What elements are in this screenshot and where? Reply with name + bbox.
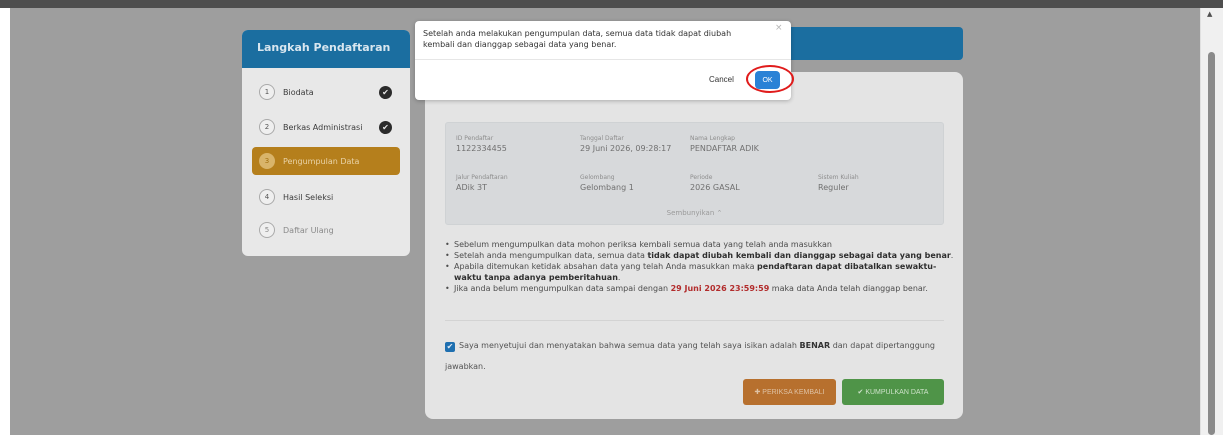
step-label: Daftar Ulang [283, 225, 334, 235]
dialog-divider [415, 59, 791, 60]
hide-info-link[interactable]: Sembunyikan ⌃ [446, 209, 943, 217]
page-scrollbar[interactable]: ▲ [1200, 8, 1223, 435]
cancel-button[interactable]: Cancel [709, 75, 734, 84]
close-icon[interactable]: × [775, 23, 783, 33]
submission-notes: Sebelum mengumpulkan data mohon periksa … [445, 239, 955, 294]
info-gelombang: Gelombang Gelombang 1 [580, 174, 634, 192]
note-item: Setelah anda mengumpulkan data, semua da… [445, 250, 955, 261]
steps-title: Langkah Pendaftaran [242, 30, 410, 68]
step-pengumpulan-data[interactable]: 3 Pengumpulan Data [252, 147, 400, 175]
step-number: 3 [259, 153, 275, 169]
info-date: Tanggal Daftar 29 Juni 2026, 09:28:17 [580, 135, 672, 153]
check-circle-icon: ✔ [379, 85, 392, 99]
applicant-info-box: ID Pendaftar 1122334455 Tanggal Daftar 2… [445, 122, 944, 225]
step-number: 4 [259, 189, 275, 205]
review-again-button[interactable]: ✚ PERIKSA KEMBALI [743, 379, 836, 405]
step-berkas-administrasi[interactable]: 2 Berkas Administrasi ✔ [252, 113, 400, 141]
step-label: Hasil Seleksi [283, 192, 334, 202]
submit-data-button[interactable]: ✔ KUMPULKAN DATA [842, 379, 944, 405]
ok-highlight-annotation [746, 65, 794, 93]
note-item: Jika anda belum mengumpulkan data sampai… [445, 283, 955, 294]
step-label: Pengumpulan Data [283, 156, 360, 166]
scrollbar-thumb[interactable] [1208, 52, 1215, 435]
note-item: Sebelum mengumpulkan data mohon periksa … [445, 239, 955, 250]
note-item: Apabila ditemukan ketidak absahan data y… [445, 261, 955, 283]
step-number: 2 [259, 119, 275, 135]
agreement-statement[interactable]: ✔ Saya menyetujui dan menyatakan bahwa se… [445, 335, 945, 377]
step-number: 1 [259, 84, 275, 100]
step-label: Berkas Administrasi [283, 122, 363, 132]
step-daftar-ulang[interactable]: 5 Daftar Ulang [252, 216, 400, 244]
info-periode: Periode 2026 GASAL [690, 174, 740, 192]
confirm-dialog: Setelah anda melakukan pengumpulan data,… [415, 21, 791, 100]
dialog-message: Setelah anda melakukan pengumpulan data,… [423, 29, 732, 49]
divider [445, 320, 944, 321]
scroll-up-arrow-icon[interactable]: ▲ [1207, 10, 1212, 18]
browser-top-bar [0, 0, 1223, 8]
step-number: 5 [259, 222, 275, 238]
step-biodata[interactable]: 1 Biodata ✔ [252, 78, 400, 106]
submission-card: ID Pendaftar 1122334455 Tanggal Daftar 2… [425, 72, 963, 419]
info-id: ID Pendaftar 1122334455 [456, 135, 507, 153]
agreement-checkbox[interactable]: ✔ [445, 342, 455, 352]
info-jalur: Jalur Pendaftaran ADik 3T [456, 174, 508, 192]
step-hasil-seleksi[interactable]: 4 Hasil Seleksi [252, 183, 400, 211]
info-name: Nama Lengkap PENDAFTAR ADIK [690, 135, 759, 153]
check-circle-icon: ✔ [379, 120, 392, 134]
info-sistem: Sistem Kuliah Reguler [818, 174, 859, 192]
step-label: Biodata [283, 87, 314, 97]
registration-steps-card: Langkah Pendaftaran 1 Biodata ✔ 2 Berkas… [242, 30, 410, 256]
